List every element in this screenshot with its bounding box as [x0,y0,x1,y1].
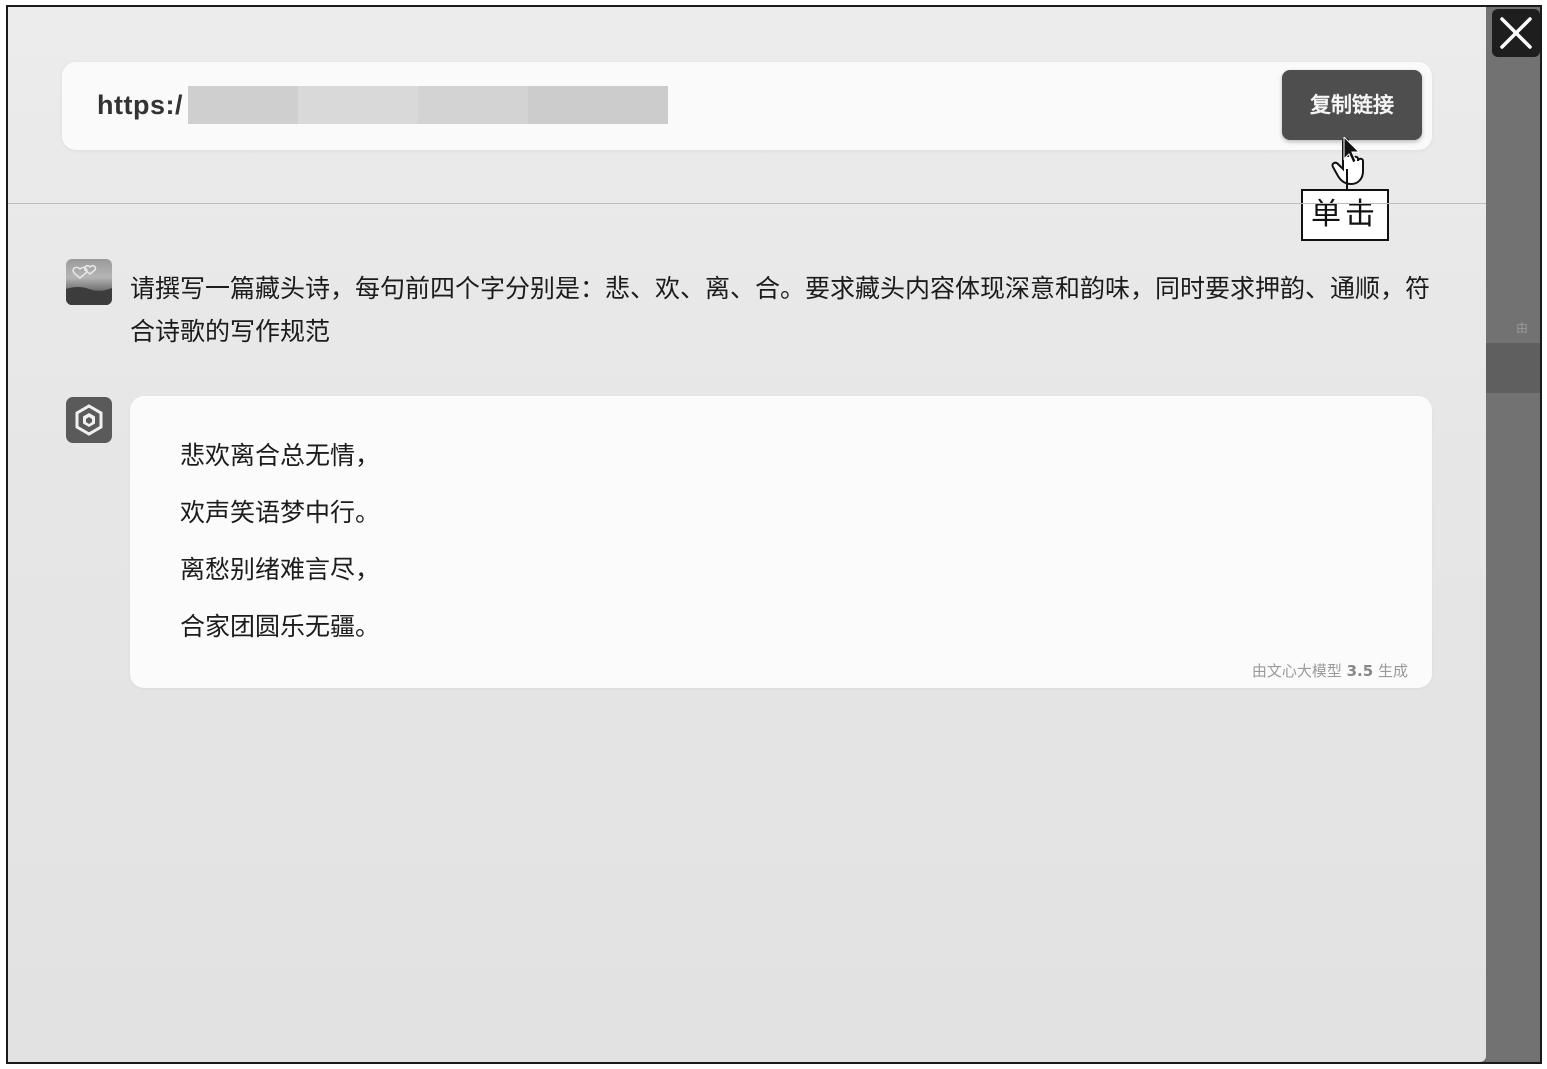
heart-cloud-icon [66,265,112,305]
hand-cursor-icon [1331,137,1364,186]
user-message: 请撰写一篇藏头诗，每句前四个字分别是：悲、欢、离、合。要求藏头内容体现深意和韵味… [130,274,1431,346]
click-callout-label: 单击 [1301,189,1389,241]
poem-line: 合家团圆乐无疆。 [180,612,381,641]
share-url-text[interactable]: https:/ [97,90,183,121]
bot-avatar [66,397,112,443]
close-icon [1500,17,1532,49]
background-peek-text: 由 [1516,321,1529,335]
poem-line: 欢声笑语梦中行。 [180,498,381,527]
user-avatar [66,259,112,305]
screenshot-frame: 由 https:/ 复制链接 单击 请撰写一篇藏头诗，每句前四个字分别是：悲、欢… [6,5,1542,1064]
background-band [1486,343,1540,393]
poem-line: 离愁别绪难言尽， [180,555,381,584]
bot-response-card: 悲欢离合总无情， 欢声笑语梦中行。 离愁别绪难言尽， 合家团圆乐无疆。 由文心大… [130,396,1432,688]
poem: 悲欢离合总无情， 欢声笑语梦中行。 离愁别绪难言尽， 合家团圆乐无疆。 [180,436,380,664]
callout-pointer-line [1346,169,1348,191]
share-modal: https:/ 复制链接 单击 请撰写一篇藏头诗，每句前四个字分别是：悲、欢、离… [8,7,1486,1062]
model-tag-prefix: 由文心大模型 [1251,662,1342,680]
model-attribution: 由文心大模型 3.5 生成 [1252,660,1408,681]
background-page-strip: 由 [1486,7,1540,1062]
poem-line: 悲欢离合总无情， [180,441,381,470]
url-redaction-mask [188,86,668,124]
header-divider [8,203,1486,204]
share-link-box: https:/ 复制链接 [62,62,1432,150]
close-button[interactable] [1492,9,1540,57]
model-tag-suffix: 生成 [1377,662,1408,680]
copy-link-button[interactable]: 复制链接 [1282,70,1422,140]
ernie-logo-icon [75,404,103,436]
model-version: 3.5 [1346,662,1374,680]
